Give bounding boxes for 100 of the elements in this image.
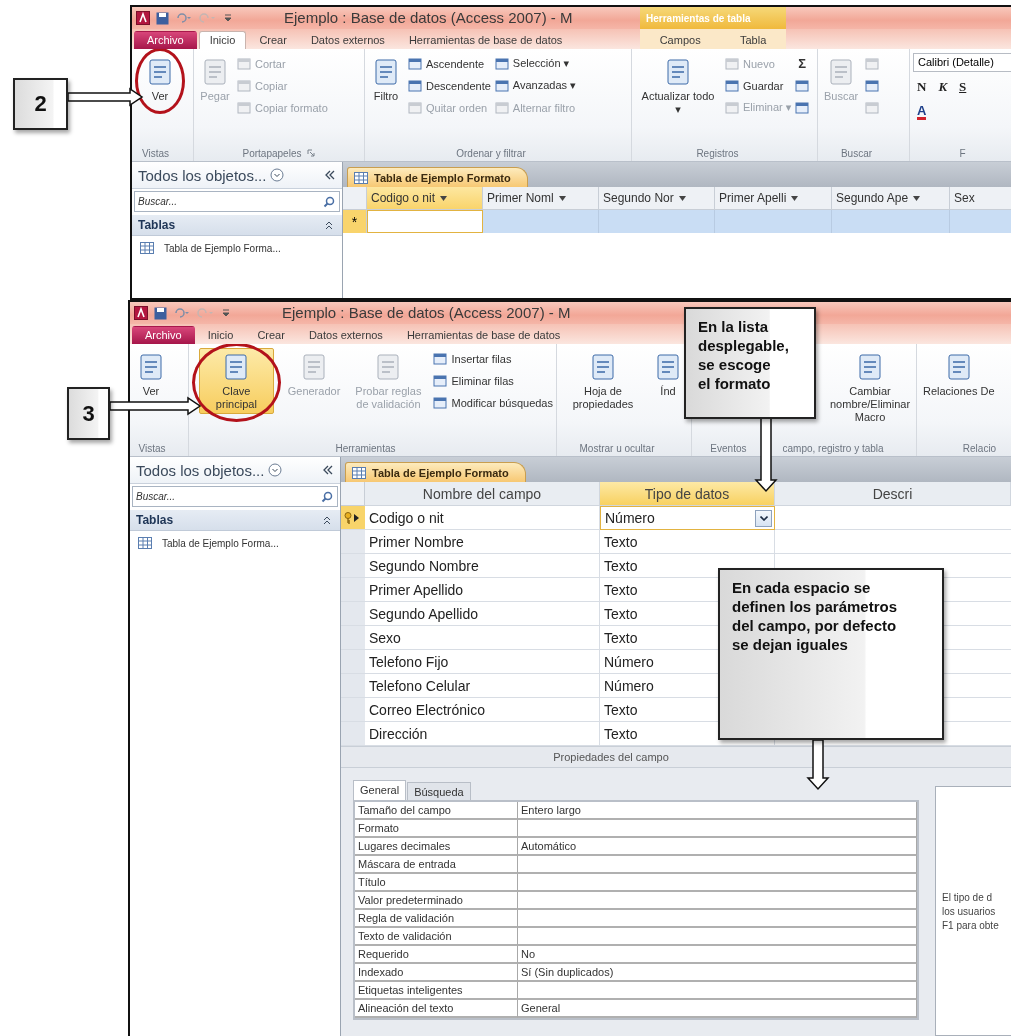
table-cell[interactable] xyxy=(832,210,950,233)
property-value[interactable] xyxy=(518,910,917,928)
column-header[interactable]: Segundo Nor xyxy=(599,187,715,210)
property-value[interactable]: Sí (Sin duplicados) xyxy=(518,964,917,982)
ribbon-tab[interactable]: Archivo xyxy=(134,31,197,49)
nav-item[interactable]: Tabla de Ejemplo Forma... xyxy=(130,531,340,555)
property-value[interactable] xyxy=(518,874,917,892)
collapse-icon[interactable] xyxy=(322,465,334,475)
ribbon-tab[interactable]: Herramientas de base de datos xyxy=(397,31,574,49)
column-header[interactable]: Codigo o nit xyxy=(367,187,483,210)
table-cell[interactable] xyxy=(483,210,599,233)
document-tab[interactable]: Tabla de Ejemplo Formato xyxy=(347,167,528,187)
icon-button[interactable] xyxy=(865,77,880,94)
ribbon-button[interactable]: Insertar filas xyxy=(433,350,553,367)
ribbon-button[interactable]: Descendente xyxy=(408,77,491,94)
undo-icon[interactable] xyxy=(175,12,193,24)
column-header[interactable]: Segundo Ape xyxy=(832,187,950,210)
icon-button[interactable] xyxy=(795,99,810,116)
property-value[interactable] xyxy=(518,982,917,1000)
property-value[interactable] xyxy=(518,928,917,946)
ribbon-tab[interactable]: Campos xyxy=(648,31,712,49)
ribbon-tab[interactable]: Herramientas de base de datos xyxy=(395,326,572,344)
ribbon-button[interactable]: Filtro xyxy=(368,53,404,106)
property-value[interactable]: General xyxy=(518,1000,917,1018)
table-cell[interactable]: Texto xyxy=(600,530,775,554)
collapse-icon[interactable] xyxy=(324,220,334,230)
column-header[interactable]: Primer Noml xyxy=(483,187,599,210)
property-value[interactable]: No xyxy=(518,946,917,964)
table-cell[interactable] xyxy=(367,210,483,233)
ribbon-button[interactable]: Actualizar todo ▾ xyxy=(635,53,721,119)
table-cell[interactable]: Telefono Celular xyxy=(365,674,600,698)
ribbon-button[interactable]: Hoja de propiedades xyxy=(560,348,646,414)
document-tab[interactable]: Tabla de Ejemplo Formato xyxy=(345,462,526,482)
format-button[interactable]: S xyxy=(959,79,967,95)
ribbon-tab[interactable]: Crear xyxy=(248,31,298,49)
properties-tab[interactable]: General xyxy=(353,780,407,800)
table-cell[interactable]: Telefono Fijo xyxy=(365,650,600,674)
ribbon-button[interactable]: Clave principal xyxy=(199,348,274,414)
customize-icon[interactable] xyxy=(223,12,233,24)
table-cell[interactable]: Primer Nombre xyxy=(365,530,600,554)
nav-group-header[interactable]: Tablas xyxy=(130,510,340,531)
property-value[interactable] xyxy=(518,820,917,838)
property-value[interactable]: Entero largo xyxy=(518,802,917,820)
ribbon-button[interactable]: Relaciones De xyxy=(920,348,998,401)
undo-icon[interactable] xyxy=(173,307,191,319)
nav-item[interactable]: Tabla de Ejemplo Forma... xyxy=(132,236,342,260)
ribbon-tab[interactable]: Datos externos xyxy=(299,31,396,49)
format-button[interactable]: N xyxy=(917,79,927,95)
ribbon-button[interactable]: Avanzadas ▾ xyxy=(494,77,576,94)
properties-tab[interactable]: Búsqueda xyxy=(407,782,471,800)
collapse-icon[interactable] xyxy=(322,515,332,525)
ribbon-button[interactable]: Cambiar nombre/Eliminar Macro xyxy=(827,348,913,427)
format-button[interactable]: K xyxy=(938,79,948,95)
sum-button[interactable]: Σ xyxy=(795,55,810,72)
property-value[interactable] xyxy=(518,892,917,910)
column-header[interactable]: Sex xyxy=(950,187,1011,210)
property-value[interactable]: Automático xyxy=(518,838,917,856)
ribbon-button[interactable]: Eliminar filas xyxy=(433,372,553,389)
launcher-icon[interactable] xyxy=(307,149,316,157)
save-icon[interactable] xyxy=(154,306,167,320)
dropdown-icon[interactable] xyxy=(268,463,283,477)
caret-icon[interactable] xyxy=(913,195,921,201)
table-cell[interactable]: Segundo Nombre xyxy=(365,554,600,578)
ribbon-tab[interactable]: Inicio xyxy=(198,31,247,49)
table-cell[interactable]: Número xyxy=(600,506,775,530)
row-selector[interactable] xyxy=(341,506,365,530)
ribbon-button[interactable]: Ver xyxy=(142,53,178,106)
ribbon-tab[interactable]: Datos externos xyxy=(297,326,394,344)
caret-icon[interactable] xyxy=(678,195,686,201)
dropdown-button[interactable] xyxy=(755,509,772,527)
ribbon-tab[interactable]: Crear xyxy=(246,326,296,344)
font-dropdown[interactable]: Calibri (Detalle) xyxy=(913,53,1011,72)
ribbon-tab[interactable]: Archivo xyxy=(132,326,195,344)
dropdown-icon[interactable] xyxy=(270,168,285,182)
ribbon-tab[interactable]: Inicio xyxy=(196,326,245,344)
ribbon-button[interactable]: Ascendente xyxy=(408,55,491,72)
table-cell[interactable]: Correo Electrónico xyxy=(365,698,600,722)
redo-icon[interactable] xyxy=(199,12,217,24)
collapse-icon[interactable] xyxy=(324,170,336,180)
ribbon-button[interactable]: Índ xyxy=(650,348,686,401)
ribbon-button[interactable]: Modificar búsquedas xyxy=(433,394,553,411)
table-cell[interactable]: Segundo Apellido xyxy=(365,602,600,626)
nav-group-header[interactable]: Tablas xyxy=(132,215,342,236)
ribbon-button[interactable]: Ver xyxy=(133,348,169,401)
font-color-button[interactable]: A xyxy=(917,104,927,120)
save-icon[interactable] xyxy=(156,11,169,25)
ribbon-button[interactable]: Selección ▾ xyxy=(494,55,576,72)
redo-icon[interactable] xyxy=(197,307,215,319)
property-value[interactable] xyxy=(518,856,917,874)
table-cell[interactable] xyxy=(599,210,715,233)
table-cell[interactable]: Codigo o nit xyxy=(365,506,600,530)
search-field[interactable]: Buscar... xyxy=(132,486,338,507)
caret-icon[interactable] xyxy=(791,195,799,201)
caret-icon[interactable] xyxy=(558,195,566,201)
customize-icon[interactable] xyxy=(221,307,231,319)
ribbon-tab[interactable]: Tabla xyxy=(729,31,778,49)
search-field[interactable]: Buscar... xyxy=(134,191,340,212)
icon-button[interactable] xyxy=(795,77,810,94)
table-cell[interactable]: Primer Apellido xyxy=(365,578,600,602)
ribbon-button[interactable]: Guardar xyxy=(725,77,792,94)
